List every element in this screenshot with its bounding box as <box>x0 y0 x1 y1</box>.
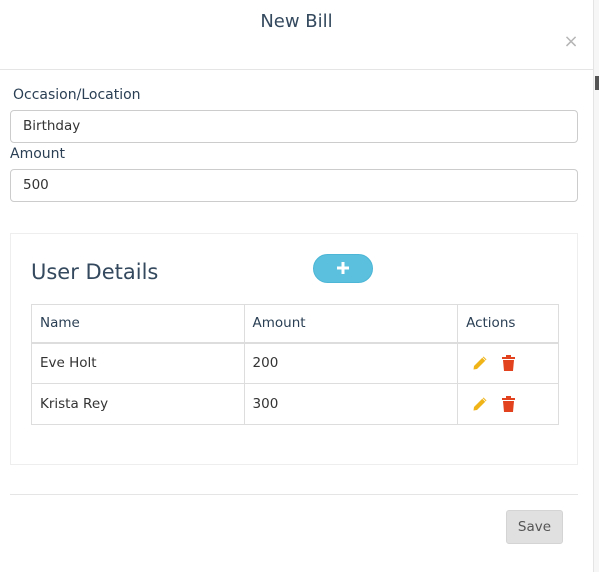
table-row: Krista Rey 300 <box>31 383 559 425</box>
add-user-button[interactable] <box>313 254 373 283</box>
table-row: Eve Holt 200 <box>31 342 559 384</box>
user-details-table: Name Amount Actions Eve Holt 200 Krista … <box>31 304 559 425</box>
modal-title: New Bill <box>260 11 333 32</box>
column-header-name: Name <box>31 304 245 344</box>
user-amount-cell: 200 <box>243 342 459 384</box>
user-amount-cell: 300 <box>243 383 459 425</box>
user-name-cell: Eve Holt <box>31 342 245 384</box>
trash-icon[interactable] <box>502 355 516 372</box>
column-header-amount: Amount <box>243 304 459 344</box>
background-page-fragment <box>595 76 599 90</box>
user-details-panel: User Details Name Amount Actions Eve Hol… <box>10 233 578 465</box>
close-button[interactable]: × <box>563 32 579 52</box>
amount-input[interactable]: 500 <box>10 169 578 202</box>
pencil-icon[interactable] <box>472 396 488 412</box>
pencil-icon[interactable] <box>472 355 488 371</box>
user-details-title: User Details <box>31 260 159 284</box>
column-header-actions: Actions <box>457 304 559 344</box>
save-button[interactable]: Save <box>506 510 563 544</box>
plus-icon <box>337 262 349 274</box>
actions-cell <box>457 342 559 384</box>
occasion-input[interactable]: Birthday <box>10 110 578 143</box>
amount-label: Amount <box>10 146 66 162</box>
footer-divider <box>10 494 578 495</box>
modal-header: New Bill × <box>0 0 593 70</box>
occasion-label: Occasion/Location <box>13 87 141 103</box>
trash-icon[interactable] <box>502 396 516 412</box>
new-bill-modal: New Bill × Occasion/Location Birthday Am… <box>0 0 599 572</box>
user-name-cell: Krista Rey <box>31 383 245 425</box>
table-header-row: Name Amount Actions <box>31 304 559 344</box>
actions-cell <box>457 383 559 425</box>
